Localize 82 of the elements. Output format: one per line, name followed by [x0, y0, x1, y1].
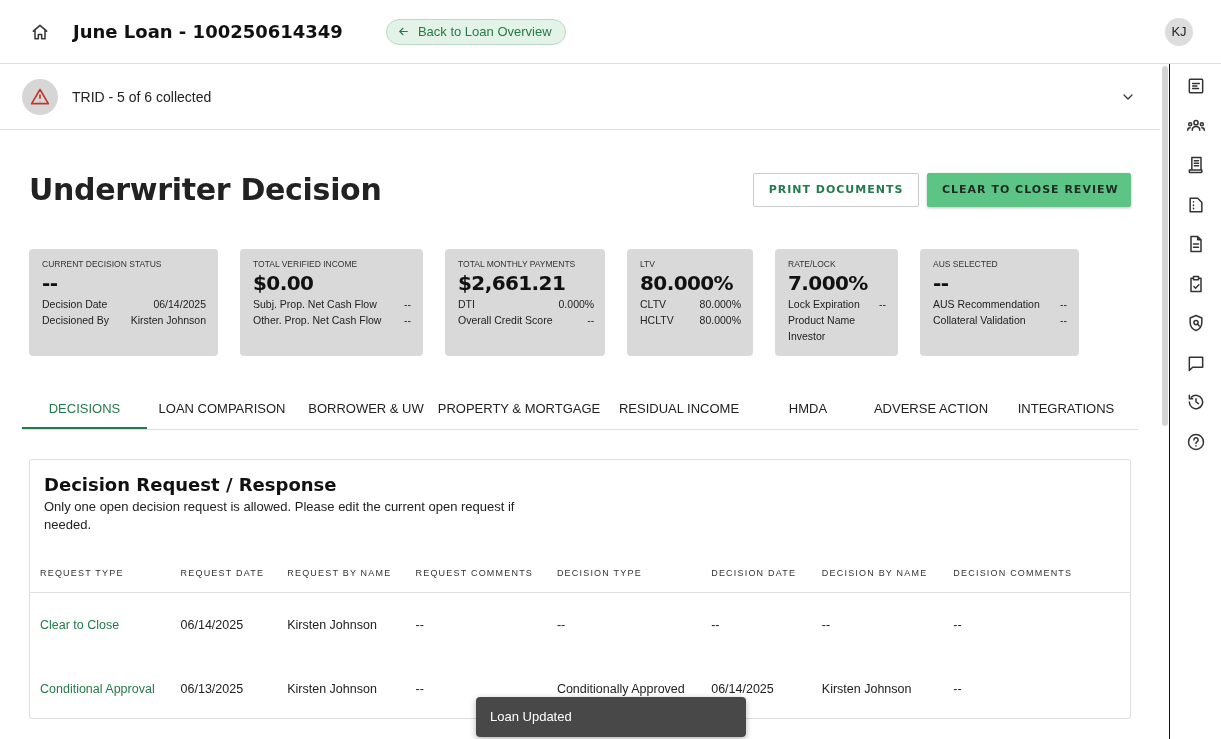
- detail-label: Collateral Validation: [933, 314, 1027, 326]
- detail-value: 0.000%: [558, 298, 595, 310]
- detail-value: --: [404, 314, 411, 326]
- detail-label: Decisioned By: [42, 314, 110, 326]
- warning-icon: [30, 86, 50, 107]
- user-avatar[interactable]: KJ: [1165, 17, 1193, 46]
- tab[interactable]: LOAN COMPARISON: [147, 390, 297, 429]
- column-header: REQUEST COMMENTS: [405, 554, 547, 593]
- column-header: REQUEST BY NAME: [277, 554, 406, 593]
- detail-value: --: [1060, 298, 1067, 310]
- table-cell: 06/14/2025: [711, 682, 774, 696]
- table-cell: --: [953, 682, 962, 696]
- tab[interactable]: PROPERTY & MORTGAGE: [435, 390, 603, 429]
- column-header: DECISION COMMENTS: [943, 554, 1130, 593]
- table-cell: 06/14/2025: [180, 618, 244, 632]
- panel-title: Decision Request / Response: [44, 474, 338, 495]
- back-to-overview-button[interactable]: Back to Loan Overview: [385, 18, 566, 45]
- column-header: DECISION DATE: [701, 554, 812, 593]
- loan-title: June Loan - 100250614349: [73, 21, 343, 42]
- card-label: TOTAL VERIFIED INCOME: [253, 259, 359, 269]
- table-cell: Conditionally Approved: [556, 682, 685, 696]
- table-cell: Kirsten Johnson: [821, 682, 912, 696]
- column-header: DECISION TYPE: [546, 554, 702, 593]
- column-header: DECISION BY NAME: [811, 554, 944, 593]
- tab[interactable]: ADVERSE ACTION: [861, 390, 1001, 429]
- detail-label: Product Name: [788, 314, 857, 326]
- detail-label: Other. Prop. Net Cash Flow: [253, 314, 382, 326]
- table-cell: --: [415, 618, 424, 632]
- toast-notification: Loan Updated: [476, 697, 746, 737]
- request-type-link[interactable]: Conditional Approval: [40, 682, 155, 696]
- tab[interactable]: BORROWER & UW: [297, 390, 435, 429]
- detail-label: CLTV: [640, 298, 668, 310]
- card-label: LTV: [640, 259, 656, 269]
- tab[interactable]: DECISIONS: [22, 390, 147, 429]
- detail-label: Overall Credit Score: [458, 314, 553, 326]
- panel-note: Only one open decision request is allowed. Please edit the current open request if needed.: [44, 498, 516, 534]
- page-title: Underwriter Decision: [29, 172, 383, 207]
- table-cell: --: [711, 618, 720, 632]
- table-cell: --: [415, 682, 424, 696]
- card-label: TOTAL MONTHLY PAYMENTS: [458, 259, 577, 269]
- table-cell: --: [821, 618, 831, 632]
- card-value: 7.000%: [788, 271, 868, 295]
- card-label: CURRENT DECISION STATUS: [42, 259, 163, 269]
- detail-label: Investor: [788, 330, 827, 342]
- table-cell: 06/13/2025: [180, 682, 244, 696]
- detail-value: 80.000%: [699, 314, 741, 326]
- table-cell: --: [556, 618, 566, 632]
- card-value: 80.000%: [640, 271, 734, 295]
- detail-value: --: [586, 314, 595, 326]
- column-header: REQUEST TYPE: [30, 554, 171, 593]
- detail-label: Subj. Prop. Net Cash Flow: [253, 298, 378, 310]
- detail-value: 80.000%: [699, 298, 741, 310]
- table-cell: Kirsten Johnson: [287, 618, 377, 632]
- table-cell: Kirsten Johnson: [287, 682, 377, 696]
- column-header: REQUEST DATE: [170, 554, 278, 593]
- tab[interactable]: INTEGRATIONS: [1001, 390, 1131, 429]
- detail-label: DTI: [458, 298, 476, 310]
- trid-status: TRID - 5 of 6 collected: [72, 88, 213, 105]
- card-value: --: [933, 271, 949, 295]
- print-documents-button[interactable]: PRINT DOCUMENTS: [753, 172, 919, 207]
- scrollbar[interactable]: [1161, 66, 1168, 426]
- detail-label: HCLTV: [640, 314, 674, 326]
- table-cell: --: [953, 618, 962, 632]
- card-value: $0.00: [253, 271, 314, 295]
- help-icon[interactable]: [1185, 431, 1206, 452]
- clear-to-close-review-button[interactable]: CLEAR TO CLOSE REVIEW: [927, 172, 1131, 207]
- detail-label: AUS Recommendation: [933, 298, 1040, 310]
- detail-value: --: [404, 298, 411, 310]
- tab[interactable]: HMDA: [755, 390, 861, 429]
- card-label: RATE/LOCK: [788, 259, 837, 269]
- detail-value: Kirsten Johnson: [130, 314, 206, 326]
- detail-label: Decision Date: [42, 298, 109, 310]
- detail-value: 06/14/2025: [152, 298, 206, 310]
- tab[interactable]: RESIDUAL INCOME: [603, 390, 755, 429]
- detail-label: Lock Expiration: [788, 298, 860, 310]
- arrow-left-icon: [396, 25, 410, 38]
- card-label: AUS SELECTED: [933, 259, 999, 269]
- detail-value: --: [879, 298, 886, 310]
- request-type-link[interactable]: Clear to Close: [40, 618, 120, 632]
- card-value: --: [42, 271, 58, 295]
- detail-value: --: [1060, 314, 1067, 326]
- card-value: $2,661.21: [458, 271, 566, 295]
